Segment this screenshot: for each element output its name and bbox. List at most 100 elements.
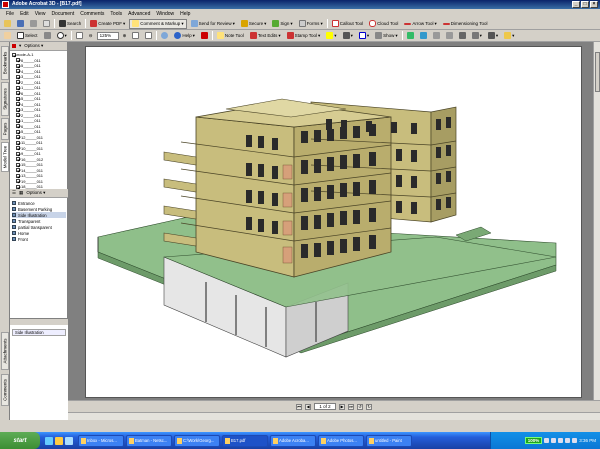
checkbox[interactable] <box>16 162 20 167</box>
checkbox[interactable] <box>16 63 20 68</box>
tray-icon[interactable] <box>565 438 571 443</box>
checkbox[interactable] <box>16 69 20 74</box>
checkbox[interactable] <box>16 102 20 107</box>
tray-icon[interactable] <box>558 438 564 443</box>
taskbar-button[interactable]: Batman - Netsc... <box>126 434 172 447</box>
desktop-icon[interactable] <box>65 436 73 445</box>
3d-render-button[interactable]: ▾ <box>486 31 500 41</box>
checkbox[interactable] <box>16 157 20 162</box>
vertical-scrollbar[interactable] <box>593 42 600 400</box>
checkbox[interactable] <box>16 58 20 63</box>
checkbox[interactable] <box>16 168 20 173</box>
checkbox[interactable] <box>16 74 20 79</box>
menu-file[interactable]: File <box>3 11 17 17</box>
taskbar-button[interactable]: Inbox - Micros... <box>78 434 124 447</box>
3d-zoom-button[interactable] <box>444 31 455 41</box>
outlook-icon[interactable] <box>55 436 63 445</box>
fit-width-button[interactable] <box>143 31 154 41</box>
menu-view[interactable]: View <box>32 11 49 17</box>
back-view-button[interactable]: ↺ <box>357 403 363 410</box>
help-button[interactable]: Help ▾ <box>172 31 197 41</box>
views-grid-icon[interactable]: ▦ <box>19 190 23 196</box>
taskbar-button[interactable]: C:\Work\Georg... <box>174 434 220 447</box>
taskbar-button[interactable]: B17.pdf <box>222 434 268 447</box>
3d-building-model[interactable] <box>86 47 582 398</box>
forward-view-button[interactable]: ↻ <box>366 403 372 410</box>
checkbox[interactable] <box>16 80 20 85</box>
taskbar-button[interactable]: untitled - Paint <box>366 434 412 447</box>
last-page-button[interactable]: ⏭ <box>348 403 354 410</box>
taskbar-button[interactable]: Adobe Photos... <box>318 434 364 447</box>
tab-attachments[interactable]: Attachments <box>1 332 9 370</box>
tab-bookmarks[interactable]: Bookmarks <box>1 46 9 80</box>
show-button[interactable]: Show ▾ <box>373 31 400 41</box>
tray-icon[interactable] <box>544 438 550 443</box>
menu-advanced[interactable]: Advanced <box>125 11 153 17</box>
highlight-button[interactable]: ▾ <box>324 31 338 41</box>
checkbox[interactable] <box>16 173 20 178</box>
3d-views-button[interactable]: ▾ <box>470 31 484 41</box>
zoom-in-plus-button[interactable]: ⊕ <box>121 31 129 41</box>
text-edits-button[interactable]: Text Edits ▾ <box>248 31 283 41</box>
dimensioning-tool-button[interactable]: Dimensioning Tool <box>441 19 490 29</box>
note-tool-button[interactable]: Note Tool <box>215 31 246 41</box>
checkbox[interactable] <box>16 140 20 145</box>
cloud-tool-button[interactable]: Cloud Tool <box>367 19 400 29</box>
menu-tools[interactable]: Tools <box>107 11 125 17</box>
checkbox[interactable] <box>16 107 20 112</box>
menu-help[interactable]: Help <box>177 11 193 17</box>
create-pdf-button[interactable]: Create PDF ▾ <box>88 19 127 29</box>
hand-tool-button[interactable] <box>2 31 13 41</box>
print-button[interactable] <box>28 19 39 29</box>
checkbox[interactable] <box>16 135 20 140</box>
slide-item[interactable]: Side Illustration <box>12 329 66 336</box>
zoom-in-button[interactable]: ▾ <box>55 31 69 41</box>
search-button[interactable]: Search <box>57 19 83 29</box>
checkbox[interactable] <box>16 179 20 184</box>
forms-button[interactable]: Forms ▾ <box>297 19 325 29</box>
checkbox[interactable] <box>16 96 20 101</box>
tray-icon[interactable] <box>551 438 557 443</box>
model-tree-options-button[interactable]: Options ▾ <box>24 43 43 49</box>
fit-page-button[interactable] <box>130 31 141 41</box>
shape-tools-button[interactable]: ▾ <box>357 31 371 41</box>
taskbar-button[interactable]: Adobe Acroba... <box>270 434 316 447</box>
next-page-button[interactable]: ▶ <box>339 403 345 410</box>
callout-tool-button[interactable]: Callout Tool <box>330 19 365 29</box>
tab-model-tree[interactable]: Model Tree <box>1 142 9 172</box>
view-item[interactable]: Front <box>12 236 66 242</box>
select-tool-button[interactable]: Select <box>15 31 40 41</box>
pencil-button[interactable]: ▾ <box>341 31 355 41</box>
save-button[interactable] <box>15 19 26 29</box>
start-button[interactable]: start <box>0 432 40 449</box>
email-button[interactable] <box>41 19 52 29</box>
zoom-level-field[interactable]: 125% <box>96 31 119 40</box>
ie-icon[interactable] <box>45 436 53 445</box>
checkbox[interactable] <box>16 129 20 134</box>
menu-window[interactable]: Window <box>153 11 177 17</box>
3d-spin-button[interactable] <box>418 31 429 41</box>
prev-page-button[interactable]: ◀ <box>305 403 311 410</box>
rotate-button[interactable] <box>159 31 170 41</box>
model-tree-close-icon[interactable] <box>12 44 16 48</box>
menu-comments[interactable]: Comments <box>77 11 107 17</box>
comment-markup-button[interactable]: Comment & Markup ▾ <box>129 18 187 29</box>
sign-button[interactable]: Sign ▾ <box>270 19 294 29</box>
checkbox[interactable] <box>12 52 16 57</box>
open-button[interactable] <box>2 19 13 29</box>
secure-button[interactable]: Secure ▾ <box>239 19 269 29</box>
tab-comments[interactable]: Comments <box>1 374 9 406</box>
tab-signatures[interactable]: Signatures <box>1 82 9 116</box>
checkbox[interactable] <box>16 91 20 96</box>
checkbox[interactable] <box>16 146 20 151</box>
menu-edit[interactable]: Edit <box>17 11 32 17</box>
page-number-field[interactable]: 1 of 2 <box>314 403 336 410</box>
maximize-button[interactable]: □ <box>581 1 589 8</box>
send-review-button[interactable]: Send for Review ▾ <box>189 19 237 29</box>
3d-lighting-button[interactable]: ▾ <box>502 31 516 41</box>
3d-walk-button[interactable] <box>457 31 468 41</box>
scroll-thumb[interactable] <box>595 52 600 92</box>
tab-pages[interactable]: Pages <box>1 118 9 140</box>
zoom-indicator[interactable]: 100% <box>524 437 543 444</box>
zoom-out-button[interactable]: ⊖ <box>87 31 95 41</box>
